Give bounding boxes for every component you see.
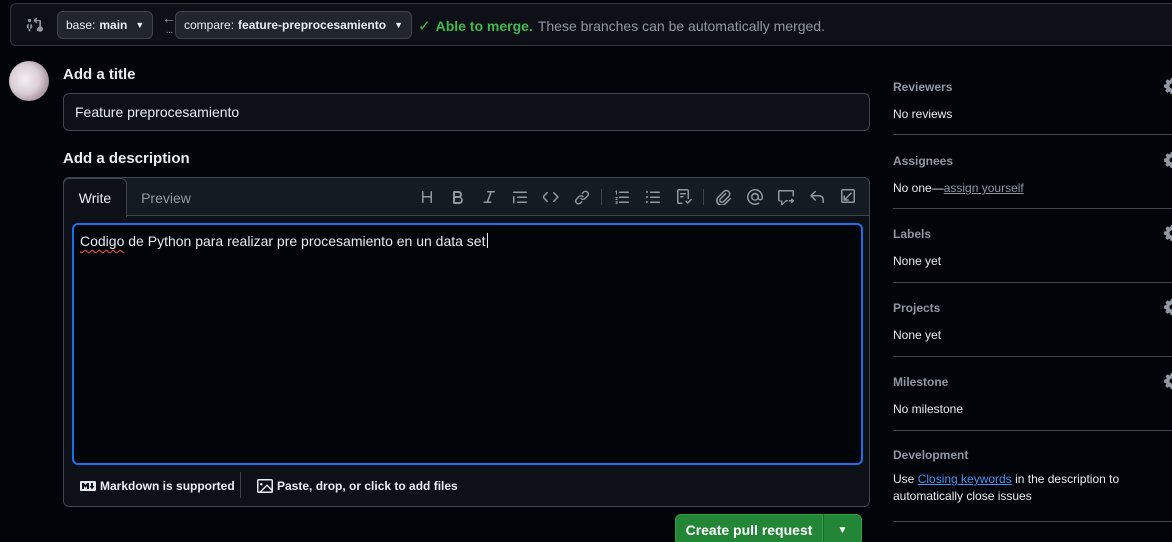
description-textarea[interactable]: Codigo de Python para realizar pre proce… xyxy=(72,223,863,465)
italic-icon[interactable] xyxy=(473,185,504,209)
sidebar-divider xyxy=(893,356,1172,357)
sidebar-projects: Projects None yet xyxy=(893,299,1172,344)
labels-heading[interactable]: Labels xyxy=(893,227,1172,241)
chevron-down-icon: ▼ xyxy=(837,524,848,536)
sidebar-reviewers: Reviewers No reviews xyxy=(893,78,1172,123)
markdown-note[interactable]: Markdown is supported xyxy=(80,478,235,494)
assignees-value: No one—assign yourself xyxy=(893,180,1172,197)
toolbar-divider xyxy=(601,189,602,205)
gear-icon[interactable] xyxy=(1164,373,1172,390)
footer-divider xyxy=(240,472,241,498)
heading-icon[interactable] xyxy=(411,185,442,209)
code-icon[interactable] xyxy=(535,185,566,209)
merge-status-label: Able to merge. xyxy=(435,18,533,34)
compare-branch-value: feature-preprocesamiento xyxy=(238,18,387,32)
development-heading: Development xyxy=(893,448,969,462)
undo-icon[interactable] xyxy=(801,185,832,209)
closing-keywords-link[interactable]: Closing keywords xyxy=(918,472,1012,486)
merge-status-message: These branches can be automatically merg… xyxy=(537,18,825,34)
check-icon: ✓ xyxy=(418,18,431,35)
assignees-none: No one— xyxy=(893,181,944,195)
reviewers-value: No reviews xyxy=(893,107,953,121)
description-text-word: Codigo xyxy=(80,233,125,249)
compare-arrows-icon xyxy=(25,16,43,34)
attach-files-note[interactable]: Paste, drop, or click to add files xyxy=(257,478,458,494)
projects-heading[interactable]: Projects xyxy=(893,301,1172,315)
base-branch-select[interactable]: base: main ▼ xyxy=(57,11,154,39)
title-heading: Add a title xyxy=(63,66,136,83)
assignees-heading[interactable]: Assignees xyxy=(893,154,1172,168)
fullscreen-icon[interactable] xyxy=(832,185,863,209)
sidebar-divider xyxy=(893,282,1172,283)
gear-icon[interactable] xyxy=(1164,152,1172,169)
sidebar-development: Development Use Closing keywords in the … xyxy=(893,448,1123,505)
sidebar-divider xyxy=(893,430,1172,431)
arrow-left-icon: ← ··· xyxy=(162,10,176,38)
tab-preview[interactable]: Preview xyxy=(130,178,202,217)
quote-icon[interactable] xyxy=(504,185,535,209)
avatar[interactable] xyxy=(9,61,49,101)
mention-icon[interactable] xyxy=(739,185,770,209)
gear-icon[interactable] xyxy=(1164,299,1172,316)
description-text: de Python para realizar pre procesamient… xyxy=(124,233,486,249)
description-editor: Write Preview Codigo de Python para real… xyxy=(63,177,870,507)
create-options-dropdown[interactable]: ▼ xyxy=(823,514,862,542)
title-input[interactable] xyxy=(63,93,870,131)
markdown-note-label: Markdown is supported xyxy=(100,479,235,493)
compare-branch-label: compare: xyxy=(184,18,235,32)
editor-footer: Markdown is supported Paste, drop, or cl… xyxy=(64,470,869,506)
chevron-down-icon: ▼ xyxy=(394,20,403,30)
unordered-list-icon[interactable] xyxy=(637,185,668,209)
image-icon xyxy=(257,478,273,494)
development-prefix: Use xyxy=(893,472,918,486)
sidebar-divider xyxy=(893,208,1172,209)
sidebar-milestone: Milestone No milestone xyxy=(893,373,1172,418)
ordered-list-icon[interactable] xyxy=(606,185,637,209)
reference-icon[interactable] xyxy=(770,185,801,209)
editor-header: Write Preview xyxy=(63,178,869,217)
markdown-toolbar xyxy=(411,178,863,216)
milestone-heading[interactable]: Milestone xyxy=(893,375,1172,389)
toolbar-divider xyxy=(703,189,704,205)
text-cursor xyxy=(487,233,489,248)
base-branch-label: base: xyxy=(66,18,96,32)
reviewers-heading[interactable]: Reviewers xyxy=(893,80,1172,94)
create-pull-request-button[interactable]: Create pull request xyxy=(675,514,823,542)
tab-write[interactable]: Write xyxy=(63,178,127,217)
compare-bar: base: main ▼ ← ··· compare: feature-prepr… xyxy=(10,3,1172,46)
description-heading: Add a description xyxy=(63,150,190,167)
gear-icon[interactable] xyxy=(1164,225,1172,242)
attach-icon[interactable] xyxy=(708,185,739,209)
sidebar-divider xyxy=(893,134,1172,135)
milestone-value: No milestone xyxy=(893,402,964,416)
gear-icon[interactable] xyxy=(1164,78,1172,95)
labels-value: None yet xyxy=(893,254,942,268)
markdown-icon xyxy=(80,478,96,494)
assign-yourself-link[interactable]: assign yourself xyxy=(944,181,1024,195)
sidebar-divider xyxy=(893,521,1172,522)
bold-icon[interactable] xyxy=(442,185,473,209)
projects-value: None yet xyxy=(893,328,942,342)
base-branch-value: main xyxy=(99,18,128,32)
sidebar-labels: Labels None yet xyxy=(893,225,1172,270)
chevron-down-icon: ▼ xyxy=(135,20,145,30)
link-icon[interactable] xyxy=(566,185,597,209)
sidebar-assignees: Assignees No one—assign yourself xyxy=(893,152,1172,197)
merge-status: ✓ Able to merge. These branches can be a… xyxy=(418,17,825,35)
development-value: Use Closing keywords in the description … xyxy=(893,471,1123,505)
task-list-icon[interactable] xyxy=(668,185,699,209)
compare-branch-select[interactable]: compare: feature-preprocesamiento ▼ xyxy=(175,11,412,39)
attach-files-label: Paste, drop, or click to add files xyxy=(277,479,458,493)
